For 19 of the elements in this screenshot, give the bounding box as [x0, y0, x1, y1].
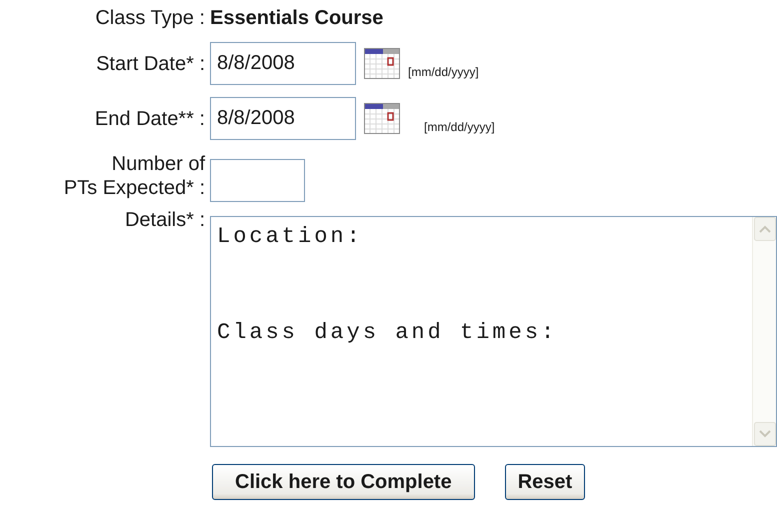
- class-type-value: Essentials Course: [210, 6, 384, 30]
- details-textarea[interactable]: Location: Class days and times:: [210, 216, 777, 447]
- date-format-hint: [mm/dd/yyyy]: [424, 119, 495, 136]
- field-label: End Date** :: [94, 106, 205, 130]
- date-field[interactable]: 8/8/2008: [210, 42, 356, 85]
- scroll-up-icon[interactable]: [754, 217, 776, 241]
- scroll-down-icon[interactable]: [754, 422, 776, 446]
- calendar-icon[interactable]: [364, 103, 400, 134]
- field-label: Number of PTs Expected* :: [62, 152, 205, 200]
- number-field[interactable]: [210, 159, 305, 202]
- field-label: Class Type :: [94, 6, 205, 30]
- field-label: Start Date* :: [95, 52, 205, 76]
- calendar-icon[interactable]: [364, 48, 400, 79]
- field-label: Details* :: [124, 208, 205, 232]
- scrollbar[interactable]: [752, 217, 776, 446]
- reset-button[interactable]: Reset: [504, 464, 586, 500]
- complete-button[interactable]: Click here to Complete: [212, 464, 475, 500]
- date-format-hint: [mm/dd/yyyy]: [408, 64, 479, 81]
- date-field[interactable]: 8/8/2008: [210, 97, 356, 140]
